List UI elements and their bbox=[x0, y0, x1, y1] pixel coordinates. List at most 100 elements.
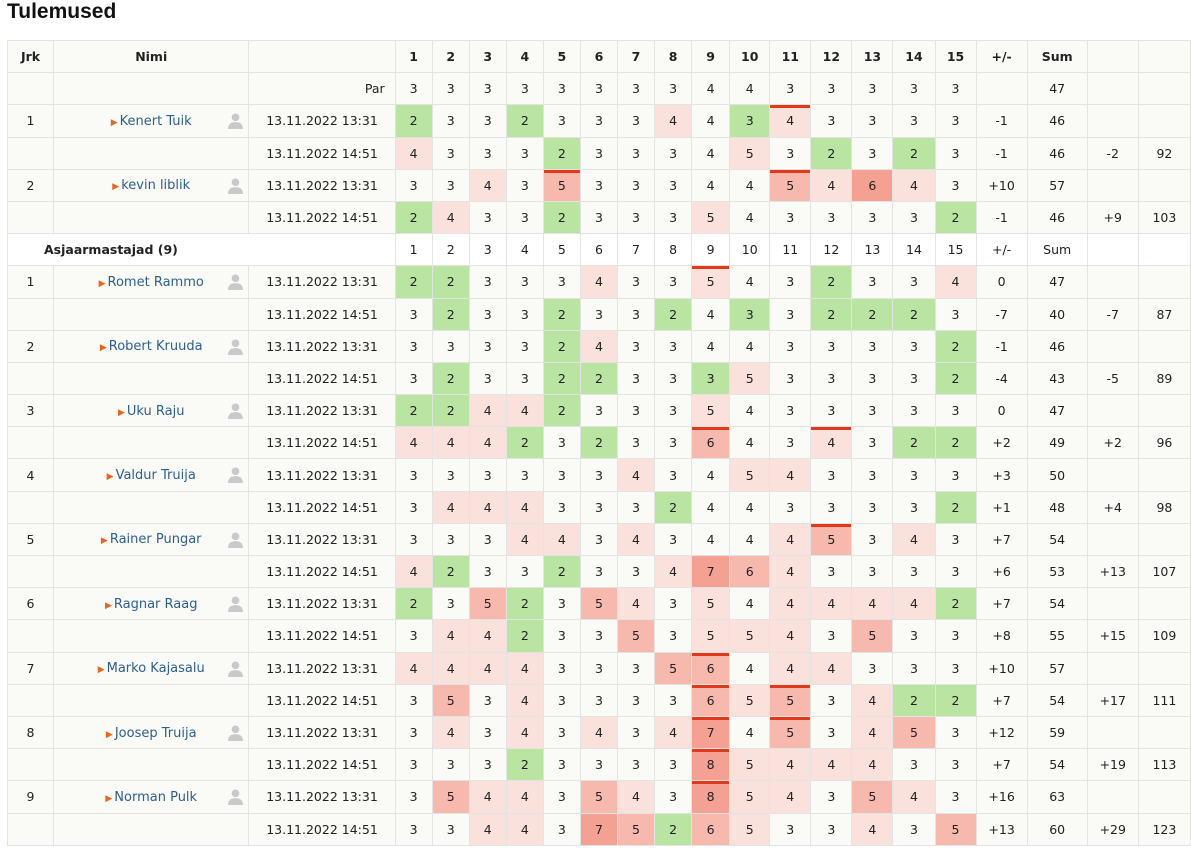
person-icon[interactable] bbox=[227, 531, 244, 548]
score-hole-15: 3 bbox=[934, 394, 977, 428]
triangle-right-icon[interactable]: ▶ bbox=[118, 408, 125, 418]
score-hole-1: 3 bbox=[394, 780, 433, 814]
score-hole-13: 2 bbox=[851, 297, 894, 331]
triangle-right-icon[interactable]: ▶ bbox=[105, 794, 112, 804]
score-hole-5: 2 bbox=[542, 554, 581, 589]
score-hole-12: 3 bbox=[810, 104, 853, 138]
score-hole-8: 4 bbox=[654, 554, 693, 589]
player-cell[interactable]: ▶ Uku Raju bbox=[53, 394, 250, 428]
player-name-link[interactable]: Marko Kajasalu bbox=[107, 661, 205, 676]
score-hole-3: 4 bbox=[468, 780, 507, 814]
score-hole-5: 3 bbox=[542, 748, 581, 782]
triangle-right-icon[interactable]: ▶ bbox=[100, 343, 107, 353]
person-icon[interactable] bbox=[227, 273, 244, 291]
rank-cell bbox=[6, 812, 55, 846]
total-plus-minus: +15 bbox=[1086, 619, 1139, 653]
player-name-link[interactable]: Rainer Pungar bbox=[110, 532, 202, 547]
player-name-link[interactable]: Ragnar Raag bbox=[114, 597, 198, 612]
score-hole-12: 4 bbox=[810, 587, 853, 621]
triangle-right-icon[interactable]: ▶ bbox=[105, 601, 112, 611]
player-cell[interactable]: ▶ Valdur Truija bbox=[53, 458, 250, 492]
player-cell[interactable]: ▶ Ragnar Raag bbox=[53, 587, 250, 621]
triangle-right-icon[interactable]: ▶ bbox=[107, 472, 114, 482]
header-hole-1: 1 bbox=[394, 39, 433, 74]
player-name-link[interactable]: Romet Rammo bbox=[108, 275, 204, 290]
score-hole-11: 3 bbox=[769, 426, 812, 460]
player-cell[interactable]: ▶ Kenert Tuik bbox=[53, 104, 250, 138]
round-date: 13.11.2022 13:31 bbox=[248, 522, 396, 557]
score-hole-15: 2 bbox=[934, 490, 977, 524]
total-plus-minus bbox=[1086, 168, 1139, 202]
triangle-right-icon[interactable]: ▶ bbox=[111, 118, 118, 128]
score-hole-9: 4 bbox=[691, 458, 731, 492]
person-icon[interactable] bbox=[227, 595, 244, 613]
person-icon[interactable] bbox=[227, 177, 244, 194]
table-row: 13.11.2022 14:51 3 4 4 2 3 3 5 3 5 5 4 3 5 3 3 +8 55 +15 10… bbox=[6, 619, 1191, 653]
player-name-link[interactable]: kevin liblik bbox=[121, 178, 190, 193]
score-hole-13: 3 bbox=[851, 490, 894, 524]
score-hole-5: 3 bbox=[542, 458, 581, 492]
player-name-link[interactable]: Kenert Tuik bbox=[120, 114, 192, 129]
player-cell[interactable]: ▶ kevin liblik bbox=[53, 168, 250, 202]
total-sum bbox=[1137, 104, 1191, 138]
player-name-link[interactable]: Joosep Truija bbox=[115, 726, 197, 741]
player-cell[interactable]: ▶ Robert Kruuda bbox=[53, 329, 250, 363]
header-hole-5: 5 bbox=[542, 233, 581, 267]
triangle-right-icon[interactable]: ▶ bbox=[99, 279, 106, 289]
score-hole-14: 3 bbox=[892, 265, 936, 299]
rank-cell: 6 bbox=[6, 587, 55, 621]
round-plus-minus: +2 bbox=[975, 426, 1028, 460]
score-hole-6: 4 bbox=[579, 265, 619, 299]
player-cell[interactable]: ▶ Romet Rammo bbox=[53, 265, 250, 299]
rank-cell: 5 bbox=[6, 522, 55, 557]
person-icon[interactable] bbox=[227, 466, 244, 484]
score-hole-5: 3 bbox=[542, 780, 581, 814]
player-name-link[interactable]: Norman Pulk bbox=[114, 790, 197, 805]
score-hole-6: 3 bbox=[579, 748, 619, 782]
par-hole-11: 3 bbox=[769, 72, 812, 106]
player-name-link[interactable]: Uku Raju bbox=[127, 404, 185, 419]
person-icon[interactable] bbox=[227, 724, 244, 741]
person-icon[interactable] bbox=[227, 660, 244, 677]
total-sum bbox=[1137, 715, 1191, 750]
score-hole-2: 4 bbox=[431, 426, 470, 460]
score-hole-14: 4 bbox=[892, 168, 936, 202]
triangle-right-icon[interactable]: ▶ bbox=[106, 730, 113, 740]
score-hole-7: 3 bbox=[616, 683, 656, 717]
player-cell[interactable]: ▶ Marko Kajasalu bbox=[53, 651, 250, 685]
player-cell[interactable]: ▶ Norman Pulk bbox=[53, 780, 250, 814]
round-sum: 57 bbox=[1026, 651, 1088, 685]
score-hole-6: 3 bbox=[579, 651, 619, 685]
total-sum bbox=[1137, 458, 1191, 492]
score-hole-1: 3 bbox=[394, 812, 433, 846]
player-cell-empty bbox=[53, 136, 250, 170]
header-nimi: Nimi bbox=[53, 39, 250, 74]
score-hole-6: 5 bbox=[579, 587, 619, 621]
player-cell[interactable]: ▶ Rainer Pungar bbox=[53, 522, 250, 557]
person-icon[interactable] bbox=[227, 788, 244, 806]
score-hole-11: 4 bbox=[769, 748, 812, 782]
person-icon[interactable] bbox=[227, 112, 244, 130]
score-hole-12: 5 bbox=[810, 522, 853, 557]
player-name-link[interactable]: Robert Kruuda bbox=[109, 339, 203, 354]
score-hole-4: 4 bbox=[505, 490, 544, 524]
rank-cell: 1 bbox=[6, 104, 55, 138]
triangle-right-icon[interactable]: ▶ bbox=[101, 536, 108, 546]
player-cell[interactable]: ▶ Joosep Truija bbox=[53, 715, 250, 750]
round-date: 13.11.2022 13:31 bbox=[248, 265, 396, 299]
score-hole-2: 5 bbox=[431, 683, 470, 717]
person-icon[interactable] bbox=[227, 402, 244, 420]
score-hole-2: 3 bbox=[431, 748, 470, 782]
score-hole-10: 5 bbox=[729, 748, 771, 782]
score-hole-15: 3 bbox=[934, 168, 977, 202]
score-hole-11: 3 bbox=[769, 329, 812, 363]
total-plus-minus: +19 bbox=[1086, 748, 1139, 782]
person-icon[interactable] bbox=[227, 338, 244, 355]
score-hole-13: 5 bbox=[851, 619, 894, 653]
triangle-right-icon[interactable]: ▶ bbox=[112, 182, 119, 192]
round-sum: 55 bbox=[1026, 619, 1088, 653]
player-name-link[interactable]: Valdur Truija bbox=[116, 468, 196, 483]
triangle-right-icon[interactable]: ▶ bbox=[98, 665, 105, 675]
table-row: 13.11.2022 14:51 3 3 3 2 3 3 3 3 8 5 4 4 4 3 3 +7 54 +19 11… bbox=[6, 748, 1191, 782]
header-hole-7: 7 bbox=[616, 233, 656, 267]
